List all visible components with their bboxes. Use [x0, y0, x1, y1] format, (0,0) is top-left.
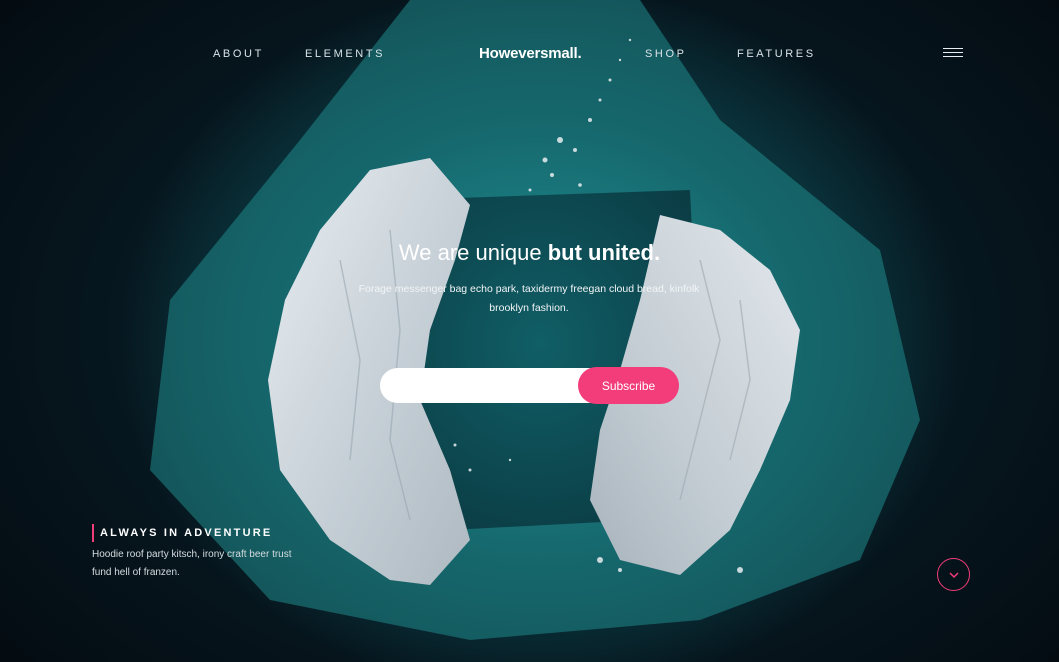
scroll-down-button[interactable] [937, 558, 970, 591]
subscribe-email-input[interactable] [380, 368, 600, 403]
feature-text: Hoodie roof party kitsch, irony craft be… [92, 549, 292, 578]
site-logo[interactable]: Howeversmall. [479, 45, 582, 62]
hero-headline: We are unique but united. [0, 240, 1059, 266]
accent-bar [92, 524, 94, 542]
feature-title: ALWAYS IN ADVENTURE [100, 527, 273, 539]
subscribe-button[interactable]: Subscribe [578, 367, 679, 404]
hero-subtext: Forage messenger bag echo park, taxiderm… [358, 283, 700, 314]
nav-link-about[interactable]: ABOUT [213, 48, 264, 60]
nav-link-shop[interactable]: SHOP [645, 48, 687, 60]
headline-regular: We are unique [398, 240, 548, 265]
headline-bold: but united. [547, 240, 661, 265]
chevron-down-icon [949, 572, 959, 579]
nav-link-elements[interactable]: ELEMENTS [305, 48, 385, 60]
nav-link-features[interactable]: FEATURES [737, 48, 816, 60]
hamburger-icon[interactable] [943, 48, 963, 60]
